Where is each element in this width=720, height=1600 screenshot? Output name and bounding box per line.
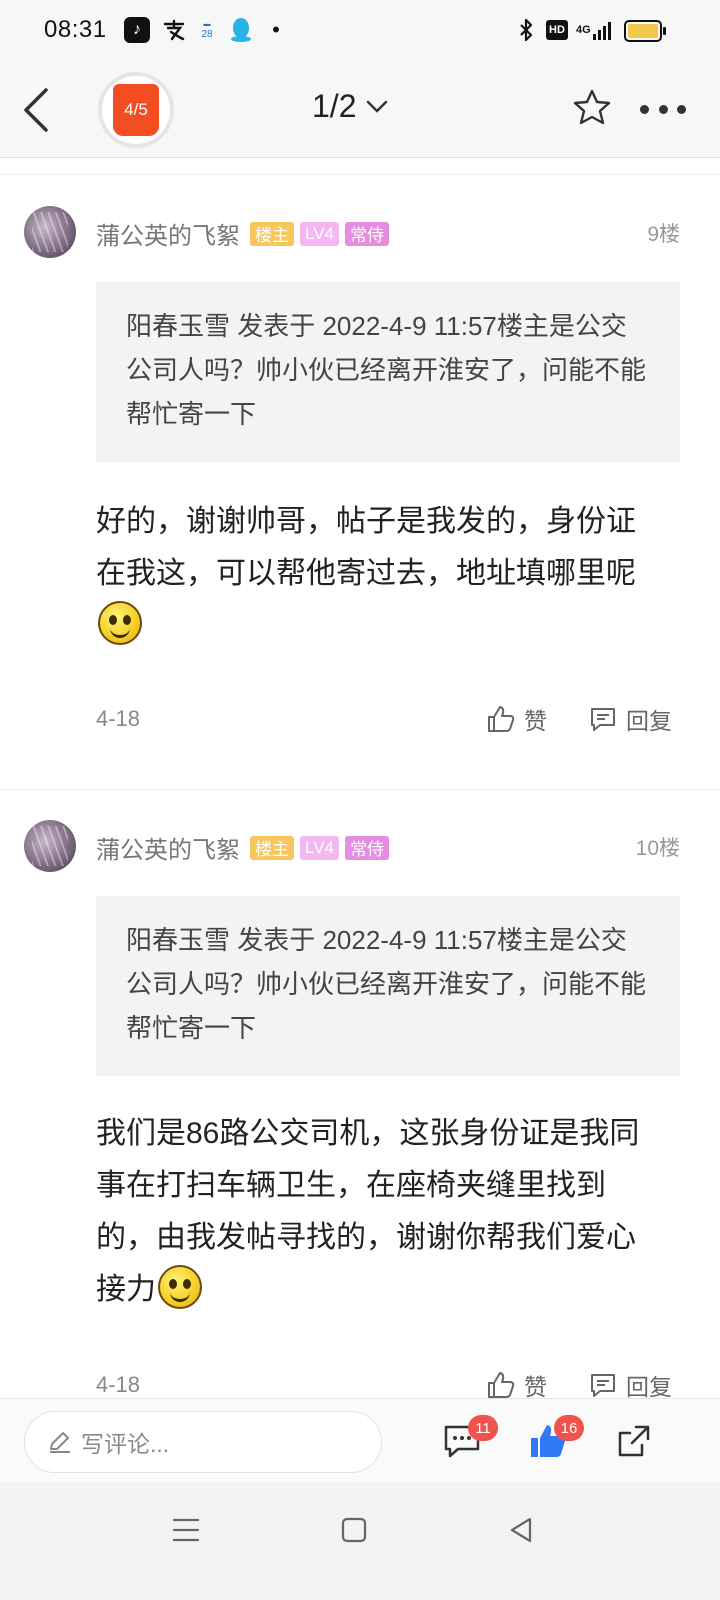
reply-label: 回复 (626, 1374, 672, 1398)
tiktok-icon: ♪ (124, 17, 150, 43)
qq-icon (228, 17, 254, 43)
thread-like-button[interactable]: 16 (528, 1415, 584, 1461)
comments-button[interactable]: 11 (442, 1415, 498, 1461)
hd-icon: HD (546, 20, 568, 40)
thumbs-up-icon (488, 1372, 515, 1398)
forum-badge-label: 4/5 (113, 84, 159, 136)
calendar-day: 28 (201, 29, 213, 40)
author-name[interactable]: 蒲公英的飞絮 (96, 216, 240, 251)
more-dot-icon (658, 104, 668, 114)
system-nav-bar (0, 1482, 720, 1600)
post-body: 我们是86路公交司机，这张身份证是我同事在打扫车辆卫生，在座椅夹缝里找到的，由我… (96, 1108, 656, 1316)
comment-input[interactable]: 写评论... (24, 1411, 382, 1473)
more-options-button[interactable] (640, 102, 686, 116)
top-nav: 4/5 1/2 (0, 62, 720, 158)
owner-badge: 楼主 (250, 835, 294, 860)
back-triangle-icon (510, 1517, 532, 1543)
pencil-icon (50, 1432, 70, 1453)
comment-placeholder: 写评论... (81, 1431, 170, 1457)
share-button[interactable] (614, 1421, 658, 1461)
star-icon (573, 89, 611, 125)
comment-icon (591, 1374, 615, 1397)
floor-number: 10楼 (635, 837, 680, 860)
page-indicator-label: 1/2 (312, 88, 357, 124)
home-button[interactable] (334, 1510, 374, 1550)
floor-number: 9楼 (647, 223, 680, 246)
thread-content: 蒲公英的飞絮 楼主 LV4 常侍 9楼 阳春玉雪 发表于 2022-4-9 11… (0, 158, 720, 1398)
title-badge: 常侍 (345, 221, 389, 246)
favorite-button[interactable] (572, 88, 612, 128)
like-label: 赞 (524, 708, 547, 734)
bluetooth-icon (516, 17, 536, 43)
post-date: 4-18 (96, 706, 141, 731)
thumbs-up-icon (488, 706, 515, 732)
post-body-text: 好的，谢谢帅哥，帖子是我发的，身份证在我这，可以帮他寄过去，地址填哪里呢 (96, 505, 636, 590)
back-button[interactable] (16, 82, 60, 138)
chevron-down-icon (367, 100, 388, 113)
divider (0, 174, 720, 175)
more-dot-icon (640, 104, 649, 114)
avatar[interactable] (24, 206, 76, 258)
quoted-text: 阳春玉雪 发表于 2022-4-9 11:57楼主是公交公司人吗？帅小伙已经离开… (96, 896, 680, 1076)
system-back-button[interactable] (502, 1510, 542, 1550)
comment-icon (591, 708, 615, 731)
comment-bar: 写评论... 11 16 (0, 1398, 720, 1482)
menu-button[interactable] (166, 1510, 206, 1550)
comment-count-badge: 11 (468, 1415, 498, 1441)
share-icon (618, 1425, 650, 1457)
menu-icon (172, 1518, 200, 1542)
author-row: 蒲公英的飞絮 楼主 LV4 常侍 (96, 830, 389, 865)
level-badge: LV4 (300, 835, 339, 860)
author-name[interactable]: 蒲公英的飞絮 (96, 830, 240, 865)
status-bar: 08:31 ♪ ▬ 28 • HD 4G (0, 0, 720, 62)
home-square-icon (341, 1517, 367, 1543)
level-badge: LV4 (300, 221, 339, 246)
status-time: 08:31 (44, 16, 107, 43)
like-label: 赞 (524, 1374, 547, 1398)
like-button[interactable]: 赞 (486, 702, 547, 736)
alipay-icon (160, 17, 188, 43)
post-date: 4-18 (96, 1372, 141, 1397)
author-row: 蒲公英的飞絮 楼主 LV4 常侍 (96, 216, 389, 251)
notification-dot-icon: • (272, 17, 280, 42)
like-count-badge: 16 (554, 1415, 584, 1441)
like-button[interactable]: 赞 (486, 1368, 547, 1398)
battery-icon (624, 20, 666, 42)
reply-button[interactable]: 回复 (588, 702, 672, 736)
reply-button[interactable]: 回复 (588, 1368, 672, 1398)
more-dot-icon (677, 104, 686, 114)
forum-badge-button[interactable]: 4/5 (98, 72, 174, 148)
calendar-icon: ▬ 28 (201, 21, 213, 40)
divider (0, 789, 720, 790)
chevron-left-icon (24, 88, 48, 132)
page-selector[interactable]: 1/2 (312, 88, 388, 125)
post-body: 好的，谢谢帅哥，帖子是我发的，身份证在我这，可以帮他寄过去，地址填哪里呢 (96, 496, 656, 652)
owner-badge: 楼主 (250, 221, 294, 246)
reply-label: 回复 (626, 708, 672, 734)
quoted-text: 阳春玉雪 发表于 2022-4-9 11:57楼主是公交公司人吗？帅小伙已经离开… (96, 282, 680, 462)
avatar[interactable] (24, 820, 76, 872)
smile-emoji-icon (158, 1265, 202, 1309)
title-badge: 常侍 (345, 835, 389, 860)
signal-icon: 4G (576, 17, 616, 43)
smile-emoji-icon (98, 601, 142, 645)
network-label: 4G (576, 24, 591, 36)
